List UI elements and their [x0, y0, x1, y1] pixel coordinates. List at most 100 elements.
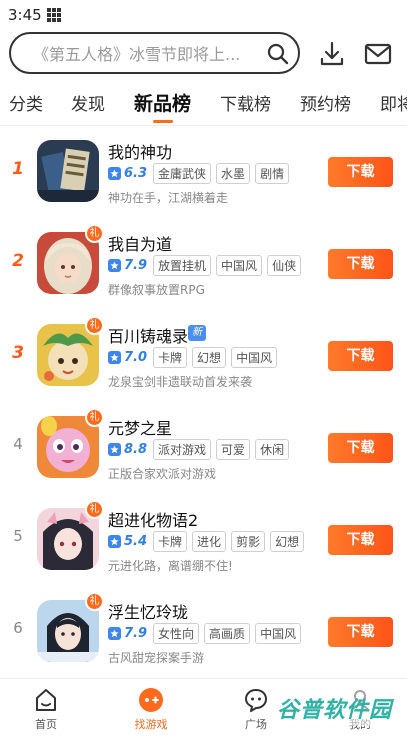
rating: 8.8 [108, 442, 147, 457]
game-controller-icon [139, 688, 163, 712]
genre-tag[interactable]: 进化 [192, 530, 227, 552]
download-manager-icon[interactable] [318, 40, 346, 68]
game-title[interactable]: 我的神功 [108, 139, 172, 163]
rank-number: 6 [13, 619, 23, 637]
star-icon [108, 258, 121, 272]
message-icon[interactable] [364, 41, 392, 67]
game-meta: 7.9 放置挂机 中国风 仙侠 [108, 254, 306, 276]
search-placeholder: 《第五人格》冰雪节即将上... [33, 45, 241, 64]
game-meta: 7.0 卡牌 幻想 中国风 [108, 346, 282, 368]
genre-tag[interactable]: 中国风 [231, 346, 278, 368]
rank-number: 3 [12, 343, 24, 363]
chat-bubble-icon [245, 689, 267, 712]
watermark-text: 谷普软件园 [277, 698, 393, 723]
gift-icon: 礼 [85, 500, 104, 519]
game-description: 古风甜宠探案手游 [108, 651, 205, 665]
genre-tag[interactable]: 高画质 [204, 622, 251, 644]
game-meta: 5.4 卡牌 进化 剪影 幻想 [108, 530, 309, 552]
download-button[interactable]: 下载 [328, 157, 393, 187]
watermark: 谷普软件园 [277, 690, 401, 726]
rank-number: 4 [13, 435, 23, 453]
download-button[interactable]: 下载 [328, 341, 393, 371]
game-description: 龙泉宝剑非遗联动首发来袭 [108, 375, 253, 389]
rating: 5.4 [108, 534, 147, 549]
gift-icon: 礼 [85, 224, 104, 243]
list-item[interactable]: 3 礼 百川铸魂录 新 7.0 卡牌 幻想 中国风 龙泉宝剑非遗联动首发来袭 下… [0, 312, 407, 404]
star-icon [108, 350, 121, 364]
gift-icon: 礼 [85, 408, 104, 427]
new-badge: 新 [188, 325, 206, 341]
gift-icon: 礼 [85, 592, 104, 611]
genre-tag[interactable]: 水墨 [216, 162, 251, 184]
list-item[interactable]: 4 礼 元梦之星 8.8 派对游戏 可爱 休闲 正版合家欢派对游戏 下载 [0, 404, 407, 496]
list-item[interactable]: 1 我的神功 6.3 金庸武侠 水墨 剧情 神功在手，江湖横着走 下载 [0, 128, 407, 220]
genre-tag[interactable]: 中国风 [216, 254, 263, 276]
genre-tag[interactable]: 女性向 [153, 622, 200, 644]
game-title[interactable]: 超进化物语2 [108, 507, 198, 531]
app-grid-icon [46, 8, 61, 22]
rating: 7.0 [108, 350, 147, 365]
rating: 6.3 [108, 166, 147, 181]
game-description: 神功在手，江湖横着走 [108, 191, 229, 205]
genre-tag[interactable]: 幻想 [270, 530, 305, 552]
search-row: 《第五人格》冰雪节即将上... [0, 32, 407, 76]
tabs-divider [0, 125, 407, 126]
rank-number: 2 [12, 251, 24, 271]
star-icon [108, 166, 121, 180]
game-meta: 7.9 女性向 高画质 中国风 [108, 622, 306, 644]
game-title[interactable]: 浮生忆玲珑 [108, 599, 188, 623]
download-button[interactable]: 下载 [328, 249, 393, 279]
genre-tag[interactable]: 休闲 [255, 438, 290, 460]
genre-tag[interactable]: 幻想 [192, 346, 227, 368]
star-icon [108, 442, 121, 456]
tab-category[interactable]: 分类 [9, 90, 43, 115]
list-item[interactable]: 5 礼 超进化物语2 5.4 卡牌 进化 剪影 幻想 元进化路，离谱绷不住! 下… [0, 496, 407, 588]
nav-home[interactable]: 首页 [16, 687, 76, 732]
tab-upcoming[interactable]: 即将 [380, 90, 407, 115]
nav-find-games[interactable]: 找游戏 [121, 687, 181, 732]
game-description: 群像叙事放置RPG [108, 283, 205, 297]
rank-number: 1 [12, 159, 24, 179]
status-bar: 3:45 [0, 0, 407, 30]
genre-tag[interactable]: 中国风 [255, 622, 302, 644]
list-item[interactable]: 6 礼 浮生忆玲珑 7.9 女性向 高画质 中国风 古风甜宠探案手游 下载 [0, 588, 407, 680]
rating: 7.9 [108, 626, 147, 641]
rating-value: 8.8 [124, 441, 148, 457]
download-button[interactable]: 下载 [328, 433, 393, 463]
star-icon [108, 534, 121, 548]
genre-tag[interactable]: 卡牌 [153, 530, 188, 552]
tab-discover[interactable]: 发现 [71, 90, 105, 115]
rank-number: 5 [13, 527, 23, 545]
rating-value: 5.4 [124, 533, 148, 549]
rating-value: 7.9 [124, 257, 148, 273]
game-icon[interactable] [37, 140, 99, 202]
genre-tag[interactable]: 剪影 [231, 530, 266, 552]
game-description: 元进化路，离谱绷不住! [108, 559, 233, 573]
game-meta: 6.3 金庸武侠 水墨 剧情 [108, 162, 294, 184]
genre-tag[interactable]: 可爱 [216, 438, 251, 460]
genre-tag[interactable]: 卡牌 [153, 346, 188, 368]
game-title[interactable]: 我自为道 [108, 231, 172, 255]
search-input[interactable]: 《第五人格》冰雪节即将上... [9, 32, 300, 74]
active-tab-indicator [153, 120, 173, 123]
download-button[interactable]: 下载 [328, 617, 393, 647]
search-icon[interactable] [266, 42, 290, 66]
genre-tag[interactable]: 放置挂机 [153, 254, 212, 276]
download-button[interactable]: 下载 [328, 525, 393, 555]
genre-tag[interactable]: 仙侠 [267, 254, 302, 276]
tab-new-ranking[interactable]: 新品榜 [134, 89, 191, 116]
tab-reserve-ranking[interactable]: 预约榜 [300, 90, 351, 115]
rating-value: 7.0 [124, 349, 148, 365]
rating: 7.9 [108, 258, 147, 273]
genre-tag[interactable]: 派对游戏 [153, 438, 212, 460]
genre-tag[interactable]: 金庸武侠 [153, 162, 212, 184]
game-title[interactable]: 百川铸魂录 [108, 323, 188, 347]
game-title[interactable]: 元梦之星 [108, 415, 172, 439]
list-item[interactable]: 2 礼 我自为道 7.9 放置挂机 中国风 仙侠 群像叙事放置RPG 下载 [0, 220, 407, 312]
genre-tag[interactable]: 剧情 [255, 162, 290, 184]
game-meta: 8.8 派对游戏 可爱 休闲 [108, 438, 294, 460]
nav-label: 找游戏 [134, 718, 168, 731]
rating-value: 6.3 [124, 165, 148, 181]
home-icon [36, 689, 56, 711]
tab-download-ranking[interactable]: 下载榜 [220, 90, 271, 115]
